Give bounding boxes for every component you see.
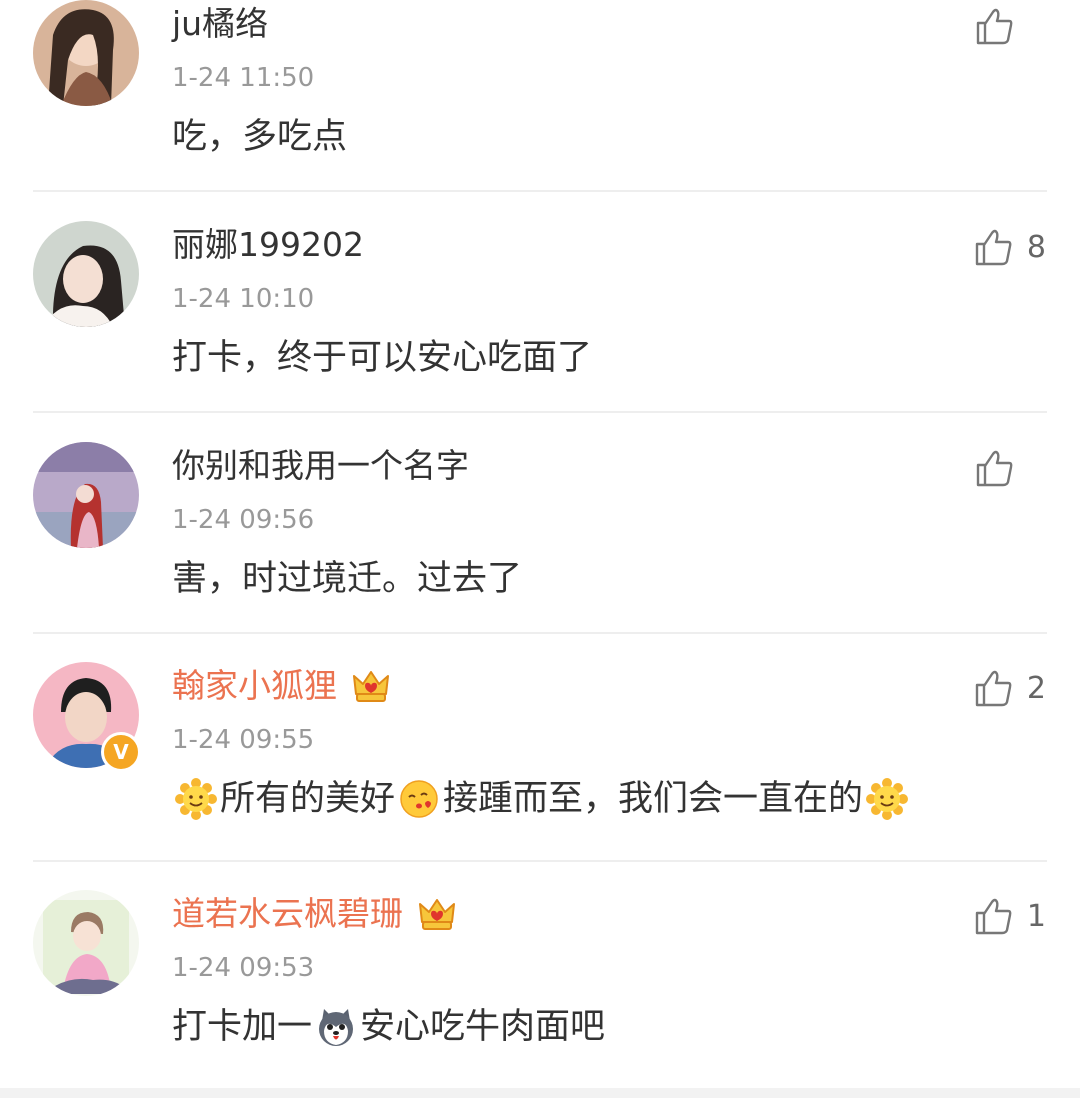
thumbs-up-icon: [975, 670, 1012, 707]
comment-time: 1-24 09:53: [172, 953, 315, 983]
username[interactable]: 道若水云枫碧珊: [172, 894, 457, 934]
avatar[interactable]: [33, 442, 139, 548]
vip-crown-icon: [419, 899, 455, 930]
sun-smile-emoji: [866, 778, 909, 820]
divider: [33, 860, 1047, 862]
username[interactable]: 丽娜199202: [172, 225, 364, 265]
comment-item: ju橘络 1-24 11:50 吃，多吃点: [0, 0, 1080, 221]
comment-item: 你别和我用一个名字 1-24 09:56 害，时过境迁。过去了: [0, 442, 1080, 663]
comment-text: 打卡，终于可以安心吃面了: [172, 338, 593, 378]
comment-text: 打卡加一 安心吃牛肉面吧: [172, 1003, 605, 1051]
comment-time: 1-24 09:56: [172, 505, 315, 535]
sun-smile-emoji: [175, 778, 217, 820]
avatar[interactable]: [33, 890, 139, 996]
comment-text: 害，时过境迁。过去了: [172, 559, 523, 599]
divider: [33, 190, 1047, 192]
username[interactable]: 你别和我用一个名字: [172, 446, 469, 486]
comment-text: 所有的美好 接踵而至，我们会一直在的: [172, 775, 911, 823]
like-button[interactable]: 1: [971, 894, 1046, 938]
thumbs-up-icon: [975, 898, 1012, 935]
vip-crown-icon: [353, 671, 389, 702]
comment-time: 1-24 10:10: [172, 284, 315, 314]
comment-item: 道若水云枫碧珊 1-24 09:53 打卡加一 安心吃牛肉面吧 1: [0, 890, 1080, 1111]
thumbs-up-icon: [975, 229, 1012, 266]
username-text: 道若水云枫碧珊: [172, 894, 403, 933]
username[interactable]: ju橘络: [172, 4, 268, 44]
username[interactable]: 翰家小狐狸: [172, 666, 391, 706]
kiss-face-emoji: [400, 780, 438, 818]
comment-time: 1-24 11:50: [172, 63, 315, 93]
comment-text-part: 接踵而至，我们会一直在的: [443, 779, 864, 819]
divider: [33, 411, 1047, 413]
comment-text: 吃，多吃点: [172, 117, 348, 157]
username-text: 翰家小狐狸: [172, 666, 337, 705]
thumbs-up-icon: [976, 8, 1013, 45]
like-button[interactable]: [972, 4, 1046, 48]
like-button[interactable]: 8: [971, 225, 1046, 269]
comment-item: 丽娜199202 1-24 10:10 打卡，终于可以安心吃面了 8: [0, 221, 1080, 442]
comment-time: 1-24 09:55: [172, 725, 315, 755]
like-button[interactable]: 2: [971, 666, 1046, 710]
like-button[interactable]: [972, 446, 1046, 490]
like-count: 1: [1026, 898, 1046, 934]
like-count: 8: [1026, 229, 1046, 265]
like-count: 2: [1026, 670, 1046, 706]
comment-item: V 翰家小狐狸 1-24 09:55 所有的美好 接踵而至，我们会一直在的 2: [0, 662, 1080, 883]
thumbs-up-icon: [976, 450, 1013, 487]
husky-emoji: [319, 1009, 354, 1046]
avatar[interactable]: [33, 0, 139, 106]
comment-text-part: 打卡加一: [172, 1007, 313, 1047]
divider: [33, 632, 1047, 634]
avatar[interactable]: [33, 221, 139, 327]
comment-text-part: 安心吃牛肉面吧: [360, 1007, 606, 1047]
comment-text-part: 所有的美好: [220, 779, 396, 819]
verified-badge: V: [101, 732, 141, 772]
bottom-divider: [0, 1088, 1080, 1098]
